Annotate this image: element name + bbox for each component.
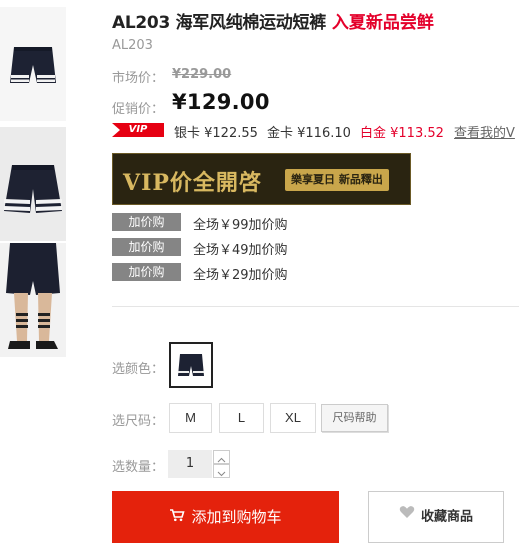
addon-tag: 加价购 xyxy=(112,238,181,256)
addon-text[interactable]: 全场￥49加价购 xyxy=(193,239,288,258)
cart-icon xyxy=(169,491,186,543)
vip-price-row: VIP 银卡 ¥122.55 金卡 ¥116.10 白金 ¥113.52 查看我… xyxy=(112,122,519,140)
size-help-button[interactable]: 尺码帮助 xyxy=(321,404,388,432)
shorts-back-image xyxy=(4,165,62,213)
vip-tier-silver: 银卡 ¥122.55 xyxy=(174,126,258,140)
thumbnail-model[interactable] xyxy=(0,243,66,357)
addon-tag: 加价购 xyxy=(112,213,181,231)
quantity-label: 选数量： xyxy=(112,460,165,475)
swatch-shorts-image xyxy=(178,354,204,376)
chevron-down-icon xyxy=(217,471,226,477)
heart-icon xyxy=(399,491,415,541)
color-label: 选颜色： xyxy=(112,362,165,377)
vip-tier-platinum: 白金 ¥113.52 xyxy=(360,126,444,140)
product-title-row: AL203 海军风纯棉运动短裤 入夏新品尝鲜 xyxy=(112,8,434,33)
add-to-cart-button[interactable]: 添加到购物车 xyxy=(112,491,339,543)
vip-badge: VIP xyxy=(112,123,164,137)
model-wearing-image xyxy=(6,243,60,349)
market-price: ¥229.00 xyxy=(172,67,232,82)
add-to-cart-label: 添加到购物车 xyxy=(191,508,282,526)
addon-row: 加价购 全场￥99加价购 xyxy=(112,213,412,233)
thumbnail-back[interactable] xyxy=(0,127,66,241)
quantity-increase-button[interactable] xyxy=(213,450,230,464)
vip-tier-gold: 金卡 ¥116.10 xyxy=(267,126,351,140)
sale-price: ¥129.00 xyxy=(172,90,270,114)
addon-tag: 加价购 xyxy=(112,263,181,281)
product-title: AL203 海军风纯棉运动短裤 xyxy=(112,13,326,33)
banner-main-text: VIP价全開啓 xyxy=(123,170,262,196)
banner-tag: 樂享夏日 新品釋出 xyxy=(285,169,389,191)
favorite-label: 收藏商品 xyxy=(420,509,473,525)
addon-text[interactable]: 全场￥29加价购 xyxy=(193,264,288,283)
promo-title: 入夏新品尝鲜 xyxy=(331,13,434,33)
size-option-xl[interactable]: XL xyxy=(270,403,316,433)
size-option-m[interactable]: M xyxy=(169,403,212,433)
market-price-label: 市场价： xyxy=(112,71,165,86)
section-divider xyxy=(112,306,519,307)
addon-row: 加价购 全场￥29加价购 xyxy=(112,263,412,283)
favorite-button[interactable]: 收藏商品 xyxy=(368,491,504,543)
view-my-vip-link[interactable]: 查看我的V xyxy=(454,122,515,140)
size-label: 选尺码： xyxy=(112,414,165,429)
addon-row: 加价购 全场￥49加价购 xyxy=(112,238,412,258)
sale-price-label: 促销价： xyxy=(112,102,165,117)
product-detail-page: AL203 海军风纯棉运动短裤 入夏新品尝鲜 AL203 市场价： ¥229.00… xyxy=(0,0,519,543)
shorts-front-image xyxy=(10,47,56,83)
vip-promo-banner[interactable]: VIP价全開啓 樂享夏日 新品釋出 xyxy=(112,153,411,205)
quantity-input[interactable]: 1 xyxy=(168,450,212,478)
product-sku: AL203 xyxy=(112,38,153,53)
size-option-l[interactable]: L xyxy=(219,403,264,433)
quantity-decrease-button[interactable] xyxy=(213,464,230,478)
thumbnail-front[interactable] xyxy=(0,7,66,121)
addon-text[interactable]: 全场￥99加价购 xyxy=(193,214,288,233)
color-swatch-navy[interactable] xyxy=(169,342,213,388)
